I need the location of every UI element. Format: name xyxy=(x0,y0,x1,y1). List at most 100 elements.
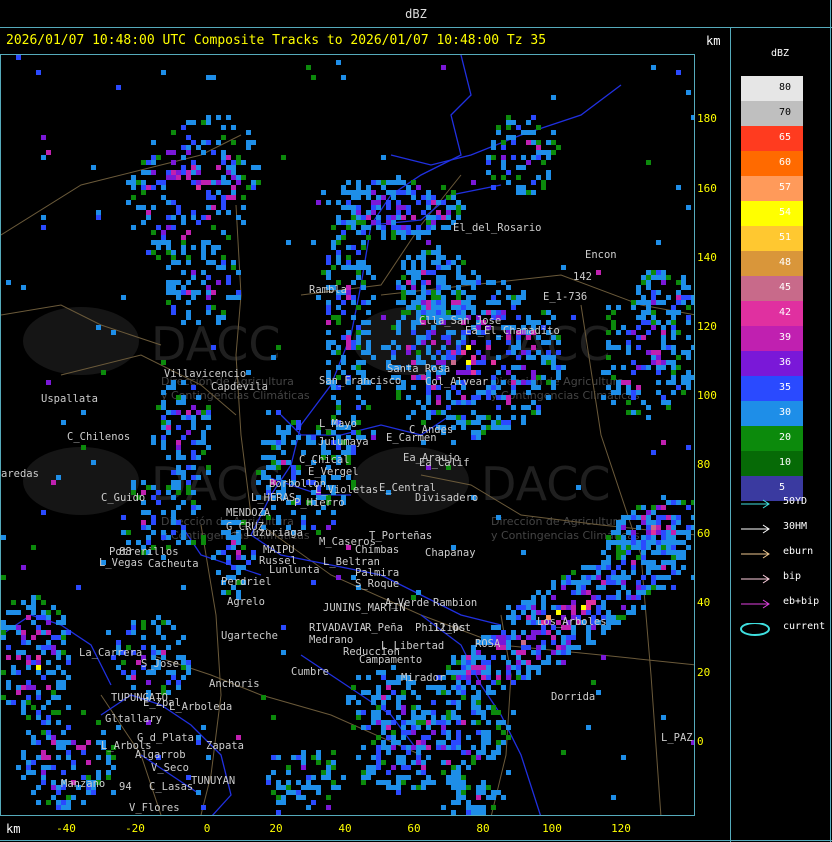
radar-echo xyxy=(386,200,391,205)
radar-echo xyxy=(131,630,136,635)
radar-echo xyxy=(406,210,411,215)
radar-echo xyxy=(36,740,41,745)
radar-echo xyxy=(526,605,531,610)
radar-echo xyxy=(326,345,331,350)
radar-echo xyxy=(331,785,336,790)
radar-echo xyxy=(571,610,576,615)
radar-echo xyxy=(551,380,556,385)
radar-echo xyxy=(481,670,486,675)
radar-echo xyxy=(166,245,171,250)
radar-echo xyxy=(371,200,376,205)
radar-echo xyxy=(461,675,466,680)
radar-echo xyxy=(336,405,341,410)
radar-echo xyxy=(181,675,186,680)
radar-echo xyxy=(441,770,446,775)
radar-echo xyxy=(231,170,236,175)
radar-echo xyxy=(636,595,641,600)
radar-echo xyxy=(521,420,526,425)
radar-echo xyxy=(436,245,441,250)
radar-echo xyxy=(326,310,331,315)
radar-echo xyxy=(651,315,656,320)
radar-echo xyxy=(611,375,616,380)
radar-echo xyxy=(501,720,506,725)
radar-echo xyxy=(401,710,406,715)
color-swatch xyxy=(741,201,803,226)
radar-echo xyxy=(276,785,281,790)
radar-echo xyxy=(626,610,631,615)
radar-echo xyxy=(566,640,571,645)
radar-echo xyxy=(31,705,36,710)
radar-echo xyxy=(351,695,356,700)
radar-echo xyxy=(306,435,311,440)
radar-echo xyxy=(176,445,181,450)
radar-echo xyxy=(41,135,46,140)
radar-echo xyxy=(26,605,31,610)
radar-echo xyxy=(601,585,606,590)
radar-echo xyxy=(476,805,481,810)
radar-echo xyxy=(326,430,331,435)
radar-echo xyxy=(131,225,136,230)
radar-echo xyxy=(151,515,156,520)
radar-echo xyxy=(451,655,456,660)
radar-echo xyxy=(641,540,646,545)
radar-echo xyxy=(181,245,186,250)
radar-echo xyxy=(661,345,666,350)
radar-echo xyxy=(471,435,476,440)
radar-echo xyxy=(501,630,506,635)
radar-echo xyxy=(536,405,541,410)
radar-echo xyxy=(526,140,531,145)
radar-echo xyxy=(546,340,551,345)
radar-echo xyxy=(276,430,281,435)
radar-echo xyxy=(276,425,281,430)
radar-echo xyxy=(276,445,281,450)
radar-echo xyxy=(656,240,661,245)
radar-echo xyxy=(31,635,36,640)
radar-echo xyxy=(636,555,641,560)
radar-echo xyxy=(231,190,236,195)
radar-echo xyxy=(396,205,401,210)
radar-echo xyxy=(566,650,571,655)
radar-echo xyxy=(676,530,681,535)
radar-echo xyxy=(401,265,406,270)
radar-echo xyxy=(486,735,491,740)
radar-echo xyxy=(531,115,536,120)
radar-echo xyxy=(476,810,481,815)
radar-echo xyxy=(626,380,631,385)
radar-echo xyxy=(386,745,391,750)
radar-echo xyxy=(426,300,431,305)
radar-echo xyxy=(396,200,401,205)
x-tick-label: 120 xyxy=(611,822,631,835)
radar-echo xyxy=(201,140,206,145)
radar-echo xyxy=(421,295,426,300)
radar-echo xyxy=(461,660,466,665)
radar-echo xyxy=(166,215,171,220)
radar-echo xyxy=(251,550,256,555)
radar-echo xyxy=(491,375,496,380)
radar-echo xyxy=(511,665,516,670)
radar-echo xyxy=(616,390,621,395)
radar-echo xyxy=(491,140,496,145)
radar-echo xyxy=(441,305,446,310)
radar-echo xyxy=(561,650,566,655)
radar-echo xyxy=(381,235,386,240)
radar-echo xyxy=(186,120,191,125)
radar-echo xyxy=(41,675,46,680)
radar-echo xyxy=(416,295,421,300)
color-swatch xyxy=(741,101,803,126)
radar-echo xyxy=(366,310,371,315)
radar-echo xyxy=(36,630,41,635)
radar-echo xyxy=(561,640,566,645)
radar-echo xyxy=(501,740,506,745)
radar-echo xyxy=(176,485,181,490)
radar-echo xyxy=(96,215,101,220)
radar-echo xyxy=(426,270,431,275)
radar-echo xyxy=(396,775,401,780)
radar-echo xyxy=(461,260,466,265)
radar-echo xyxy=(336,365,341,370)
place-label: Divisadero xyxy=(415,492,478,504)
radar-echo xyxy=(591,575,596,580)
radar-map[interactable]: DACC Dirección de Agricultura y Contingenc… xyxy=(0,54,695,816)
radar-echo xyxy=(541,600,546,605)
radar-echo xyxy=(221,135,226,140)
radar-echo xyxy=(366,185,371,190)
